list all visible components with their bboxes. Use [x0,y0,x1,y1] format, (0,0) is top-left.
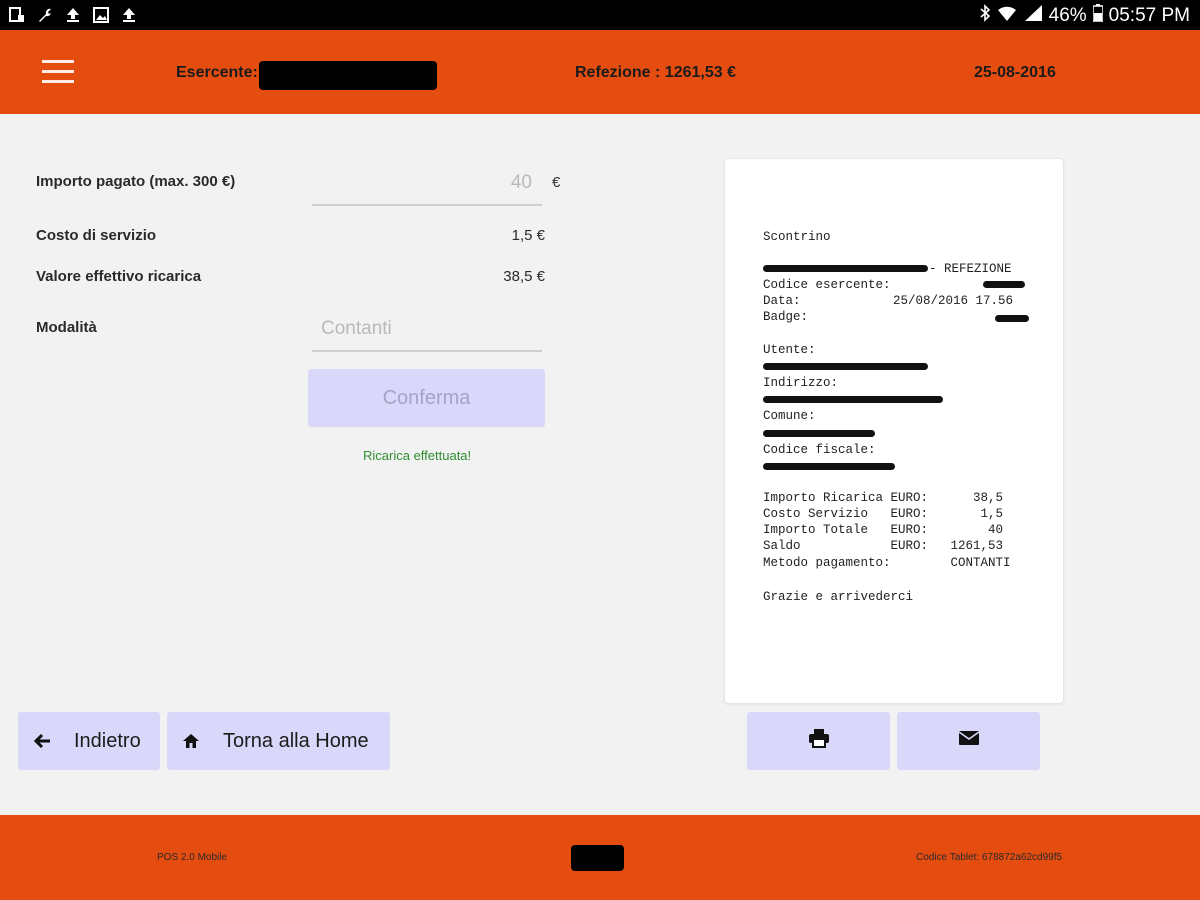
payment-mode-label: Modalità [36,319,97,336]
receipt-address-label: Indirizzo: [763,376,839,390]
app-version: POS 2.0 Mobile [157,852,228,863]
hamburger-menu-icon[interactable] [42,60,74,86]
bluetooth-icon [979,4,991,28]
envelope-icon [958,729,980,753]
receipt-badge-label: Badge: [763,310,809,324]
back-button[interactable]: Indietro [18,712,160,770]
signal-icon [1023,4,1043,28]
refezione-balance: Refezione : 1261,53 € [575,64,736,81]
receipt-panel: Scontrino - REFEZIONE Codice esercente: … [724,158,1064,704]
payment-mode-select[interactable]: Contanti [312,312,542,352]
success-message: Ricarica effettuata! [363,448,472,463]
merchant-label: Esercente: [176,64,258,81]
receipt-farewell: Grazie e arrivederci [763,590,914,604]
redacted-merchant [763,265,928,272]
service-cost-value: 1,5 € [511,227,545,244]
amount-input[interactable]: 40 [312,166,542,206]
redacted-merchant-name [259,61,437,90]
clock: 05:57 PM [1108,5,1190,26]
email-button[interactable] [897,712,1040,770]
wrench-icon [36,5,54,25]
back-button-label: Indietro [74,729,141,752]
redacted-user [763,363,928,370]
receipt-user-label: Utente: [763,343,816,357]
arrow-left-icon [32,731,60,751]
notification-icons [8,5,138,25]
print-button[interactable] [747,712,890,770]
app-header: Esercente: Refezione : 1261,53 € 25-08-2… [0,30,1200,114]
system-status: 46% 05:57 PM [979,4,1190,28]
receipt-line-recharge: Importo Ricarica EURO: 38,5 [763,491,1004,505]
status-bar: 46% 05:57 PM [0,0,1200,30]
receipt-line-method: Metodo pagamento: CONTANTI [763,556,1011,570]
upload-icon [64,5,82,25]
header-date: 25-08-2016 [974,64,1056,81]
redacted-tax-code [763,463,895,470]
receipt-merchant-code-label: Codice esercente: [763,278,891,292]
tablet-code: Codice Tablet: 678872a62cd99f5 [916,852,1063,863]
app-footer: POS 2.0 Mobile Codice Tablet: 678872a62c… [0,815,1200,900]
redacted-footer-logo [571,845,624,871]
redacted-merchant-code [983,281,1025,288]
receipt-line-total: Importo Totale EURO: 40 [763,523,1004,537]
battery-icon [1091,4,1104,28]
home-button[interactable]: Torna alla Home [167,712,390,770]
effective-value: 38,5 € [503,268,545,285]
printer-icon [808,728,830,754]
effective-value-label: Valore effettivo ricarica [36,268,202,285]
redacted-city [763,430,875,437]
redacted-badge [995,315,1029,322]
receipt-line-service: Costo Servizio EURO: 1,5 [763,507,1004,521]
receipt-date-label: Data: [763,294,801,308]
receipt-city-label: Comune: [763,409,816,423]
home-button-label: Torna alla Home [223,729,369,752]
receipt-service: - REFEZIONE [929,262,1012,276]
amount-label: Importo pagato (max. 300 €) [36,173,236,190]
service-cost-label: Costo di servizio [36,227,157,244]
screen-icon [8,5,26,25]
wifi-icon [997,4,1017,28]
home-icon [181,731,209,751]
redacted-address [763,396,943,403]
receipt-tax-code-label: Codice fiscale: [763,443,876,457]
currency-symbol: € [552,174,561,191]
upload-icon [120,5,138,25]
receipt-line-balance: Saldo EURO: 1261,53 [763,539,1004,553]
battery-percent: 46% [1048,5,1087,26]
receipt-title: Scontrino [763,230,831,244]
image-icon [92,5,110,25]
receipt-date-value: 25/08/2016 17.56 [893,294,1014,308]
confirm-button[interactable]: Conferma [308,369,545,427]
